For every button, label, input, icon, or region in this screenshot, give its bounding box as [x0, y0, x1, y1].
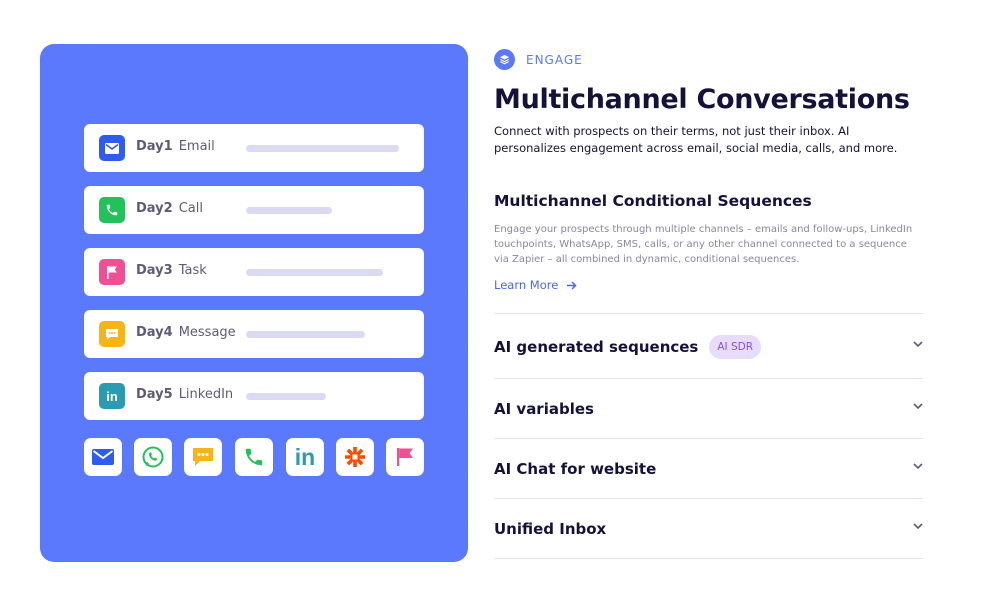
- step-progress-bar: [246, 393, 326, 400]
- sequence-step-day1: Day1 Email: [84, 124, 424, 172]
- step-label: Day2 Call: [136, 201, 203, 216]
- learn-more-label: Learn More: [494, 278, 559, 292]
- phone-icon: [245, 448, 263, 466]
- flag-icon: [99, 259, 125, 285]
- step-progress-bar: [246, 145, 399, 152]
- channel-whatsapp-button[interactable]: [134, 438, 172, 476]
- accordion-label: AI generated sequences: [494, 338, 699, 356]
- divider: [494, 313, 923, 314]
- eyebrow-label: ENGAGE: [526, 52, 583, 67]
- step-label: Day3 Task: [136, 263, 207, 278]
- learn-more-link[interactable]: Learn More: [494, 278, 577, 292]
- step-label: Day5 LinkedIn: [136, 387, 234, 402]
- channel-zapier-button[interactable]: [336, 438, 374, 476]
- sequence-step-day5: in Day5 LinkedIn: [84, 372, 424, 420]
- divider: [494, 378, 923, 379]
- accordion-ai-variables[interactable]: AI variables: [494, 389, 923, 429]
- accordion-ai-chat-for-website[interactable]: AI Chat for website: [494, 449, 923, 489]
- chevron-down-icon: [913, 341, 923, 348]
- zapier-icon: [345, 447, 365, 467]
- divider: [494, 438, 923, 439]
- arrow-right-icon: [567, 280, 577, 290]
- accordion-label: AI variables: [494, 400, 594, 418]
- email-icon: [99, 135, 125, 161]
- chevron-down-icon: [913, 523, 923, 530]
- accordion-label: Unified Inbox: [494, 520, 607, 538]
- sequence-step-day4: Day4 Message: [84, 310, 424, 358]
- section-description: Engage your prospects through multiple c…: [494, 224, 913, 265]
- linkedin-icon: in: [294, 443, 316, 470]
- whatsapp-icon: [142, 446, 164, 468]
- phone-icon: [99, 197, 125, 223]
- step-label: Day4 Message: [136, 325, 236, 340]
- channel-linkedin-button[interactable]: in: [286, 438, 324, 476]
- step-progress-bar: [246, 207, 332, 214]
- feature-illustration-panel: Day1 Email Day2 Call Day3 Task Day4 Message …: [40, 44, 468, 562]
- chevron-down-icon: [913, 403, 923, 410]
- section-title: Multichannel Conditional Sequences: [494, 192, 812, 210]
- divider: [494, 498, 923, 499]
- email-icon: [92, 449, 114, 465]
- step-progress-bar: [246, 331, 365, 338]
- channel-sms-button[interactable]: [184, 438, 222, 476]
- message-icon: [193, 448, 213, 466]
- section-eyebrow: ENGAGE: [494, 49, 583, 70]
- step-label: Day1 Email: [136, 139, 215, 154]
- page-subtitle: Connect with prospects on their terms, n…: [494, 124, 898, 155]
- accordion-label: AI Chat for website: [494, 460, 657, 478]
- chevron-down-icon: [913, 463, 923, 470]
- channel-task-button[interactable]: [386, 438, 424, 476]
- sequence-step-day2: Day2 Call: [84, 186, 424, 234]
- channel-call-button[interactable]: [235, 438, 273, 476]
- linkedin-icon: in: [99, 383, 125, 409]
- divider: [494, 558, 923, 559]
- sequence-step-day3: Day3 Task: [84, 248, 424, 296]
- flag-icon: [397, 448, 413, 466]
- accordion-unified-inbox[interactable]: Unified Inbox: [494, 509, 923, 549]
- message-icon: [99, 321, 125, 347]
- ai-sdr-badge: AI SDR: [709, 335, 762, 359]
- page-title: Multichannel Conversations: [494, 84, 910, 115]
- channel-email-button[interactable]: [84, 438, 122, 476]
- layers-icon: [494, 49, 515, 70]
- accordion-ai-generated-sequences[interactable]: AI generated sequences AI SDR: [494, 327, 923, 367]
- step-progress-bar: [246, 269, 383, 276]
